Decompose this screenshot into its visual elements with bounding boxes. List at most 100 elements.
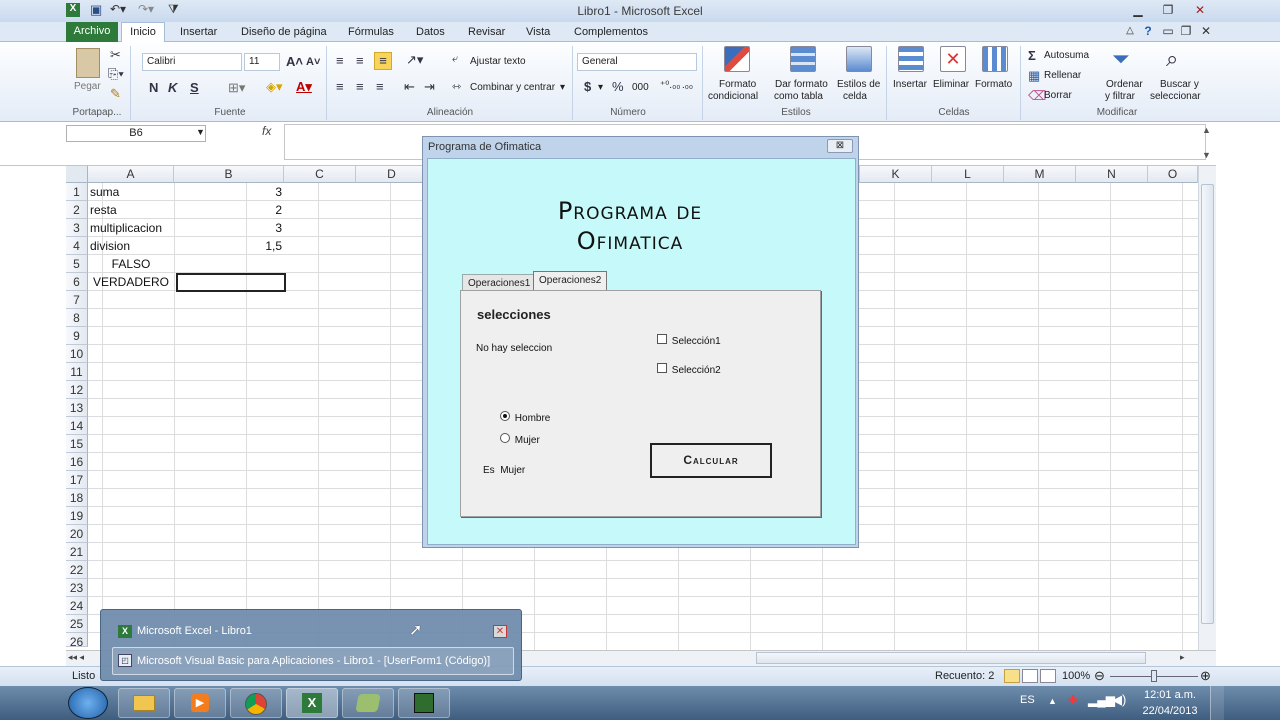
copy-icon[interactable]: ⎘▾ (108, 66, 124, 82)
conditional-format-icon[interactable] (724, 46, 750, 72)
align-center-icon[interactable]: ≡ (356, 79, 364, 94)
percent-button[interactable]: % (612, 79, 624, 94)
underline-button[interactable]: S (190, 80, 199, 95)
conditional-format-label2[interactable]: condicional (708, 91, 758, 102)
checkbox-box[interactable] (657, 363, 667, 373)
row-header-15[interactable]: 15 (66, 435, 88, 453)
popup-close-icon[interactable]: ✕ (493, 625, 507, 638)
cell-a1[interactable]: suma (90, 183, 119, 201)
radio-hombre[interactable]: Hombre (500, 411, 550, 424)
currency-button[interactable]: $ (584, 79, 591, 94)
name-box-dropdown-icon[interactable]: ▼ (196, 127, 205, 137)
checkbox-seleccion2[interactable]: Selección2 (657, 363, 721, 376)
row-header-1[interactable]: 1 (66, 183, 88, 201)
cell-a4[interactable]: division (90, 237, 130, 255)
font-color-icon[interactable]: A▾ (296, 79, 312, 95)
normal-view-icon[interactable] (1004, 669, 1020, 683)
row-header-6[interactable]: 6 (66, 273, 88, 291)
paste-icon[interactable] (76, 48, 100, 78)
tab-vista[interactable]: Vista (526, 26, 550, 38)
align-left-icon[interactable]: ≡ (336, 79, 344, 94)
popup-item-excel[interactable]: Microsoft Excel - Libro1 (137, 625, 252, 637)
formula-scroll-down-icon[interactable]: ▼ (1202, 150, 1211, 160)
scroll-right-icon[interactable]: ▸ (1180, 652, 1185, 663)
autosum-button[interactable]: Autosuma (1044, 50, 1089, 61)
radio-button[interactable] (500, 433, 510, 443)
taskbar-camtasia[interactable] (398, 688, 450, 718)
increase-decimal-icon[interactable]: ⁺⁰.₀₀ (660, 80, 680, 91)
clock-time[interactable]: 12:01 a.m. (1140, 689, 1200, 701)
row-header-25[interactable]: 25 (66, 615, 88, 633)
format-painter-icon[interactable]: ✎ (110, 86, 121, 102)
sort-filter-icon[interactable]: ⏷ (1112, 46, 1130, 72)
cut-icon[interactable]: ✂ (110, 47, 121, 63)
align-middle-icon[interactable]: ≡ (356, 53, 364, 68)
cell-styles-label2[interactable]: celda (843, 91, 867, 102)
row-header-17[interactable]: 17 (66, 471, 88, 489)
format-table-label2[interactable]: como tabla (774, 91, 823, 102)
minimize-window-icon[interactable]: ▁ (1128, 3, 1148, 17)
sort-filter-button2[interactable]: y filtrar (1105, 91, 1135, 102)
delete-cells-icon[interactable]: ✕ (940, 46, 966, 72)
column-header-l[interactable]: L (932, 166, 1004, 183)
cell-a2[interactable]: resta (90, 201, 117, 219)
sort-filter-button[interactable]: Ordenar (1106, 79, 1143, 90)
merge-dropdown-icon[interactable]: ▾ (560, 82, 565, 93)
row-header-18[interactable]: 18 (66, 489, 88, 507)
start-button-icon[interactable] (68, 687, 108, 719)
row-header-7[interactable]: 7 (66, 291, 88, 309)
cell-styles-label[interactable]: Estilos de (837, 79, 880, 90)
save-icon[interactable]: ▣ (90, 2, 102, 20)
column-header-o[interactable]: O (1148, 166, 1198, 183)
format-table-icon[interactable] (790, 46, 816, 72)
active-cell-selection[interactable] (176, 273, 286, 292)
row-header-2[interactable]: 2 (66, 201, 88, 219)
collapse-ribbon-icon[interactable]: △ (1120, 25, 1140, 36)
autosum-icon[interactable]: Σ (1028, 48, 1036, 63)
sheet-nav-icon[interactable]: ◂◂ ◂ (68, 652, 84, 663)
clear-button[interactable]: Borrar (1044, 90, 1072, 101)
currency-dropdown-icon[interactable]: ▾ (598, 82, 603, 93)
userform-close-icon[interactable]: ⊠ (827, 139, 853, 153)
tab-inicio[interactable]: Inicio (121, 22, 165, 43)
name-box[interactable]: B6 (66, 125, 206, 142)
clock-date[interactable]: 22/04/2013 (1138, 705, 1202, 717)
row-header-12[interactable]: 12 (66, 381, 88, 399)
align-bottom-icon[interactable]: ≡ (374, 52, 392, 70)
tab-revisar[interactable]: Revisar (468, 26, 505, 38)
formula-scroll-up-icon[interactable]: ▲ (1202, 125, 1211, 135)
close-window-icon[interactable]: ✕ (1190, 3, 1210, 17)
customize-qat-icon[interactable]: ⧩ (168, 2, 179, 20)
row-header-4[interactable]: 4 (66, 237, 88, 255)
find-select-button[interactable]: Buscar y (1160, 79, 1199, 90)
increase-indent-icon[interactable]: ⇥ (424, 79, 435, 95)
row-header-21[interactable]: 21 (66, 543, 88, 561)
checkbox-box[interactable] (657, 334, 667, 344)
format-cells-icon[interactable] (982, 46, 1008, 72)
column-header-k[interactable]: K (860, 166, 932, 183)
row-header-9[interactable]: 9 (66, 327, 88, 345)
find-select-icon[interactable]: ⌕ (1166, 46, 1178, 72)
vertical-scrollbar[interactable] (1198, 166, 1216, 650)
cell-a6[interactable]: VERDADERO (88, 273, 174, 291)
row-header-3[interactable]: 3 (66, 219, 88, 237)
redo-icon[interactable]: ↷▾ (138, 2, 154, 20)
scrollbar-thumb[interactable] (1201, 184, 1214, 624)
fill-color-icon[interactable]: ◈▾ (266, 79, 283, 95)
number-format-dropdown[interactable]: General (577, 53, 697, 71)
restore-window-icon[interactable]: ❐ (1158, 3, 1178, 17)
close-workbook-icon[interactable]: ✕ (1196, 24, 1216, 38)
taskbar-media[interactable]: ▶ (174, 688, 226, 718)
select-all-corner[interactable] (66, 166, 88, 183)
paste-button[interactable]: Pegar (74, 81, 101, 92)
column-header-m[interactable]: M (1004, 166, 1076, 183)
insert-cells-icon[interactable] (898, 46, 924, 72)
merge-center-icon[interactable]: ⇿ (452, 80, 461, 93)
tray-expand-icon[interactable]: ▲ (1048, 696, 1057, 706)
thousands-button[interactable]: 000 (632, 82, 649, 93)
zoom-in-icon[interactable]: ⊕ (1200, 668, 1211, 684)
format-table-label[interactable]: Dar formato (775, 79, 828, 90)
zoom-slider-thumb[interactable] (1151, 670, 1157, 682)
zoom-level[interactable]: 100% (1062, 670, 1090, 682)
cell-b4[interactable]: 1,5 (176, 237, 282, 255)
